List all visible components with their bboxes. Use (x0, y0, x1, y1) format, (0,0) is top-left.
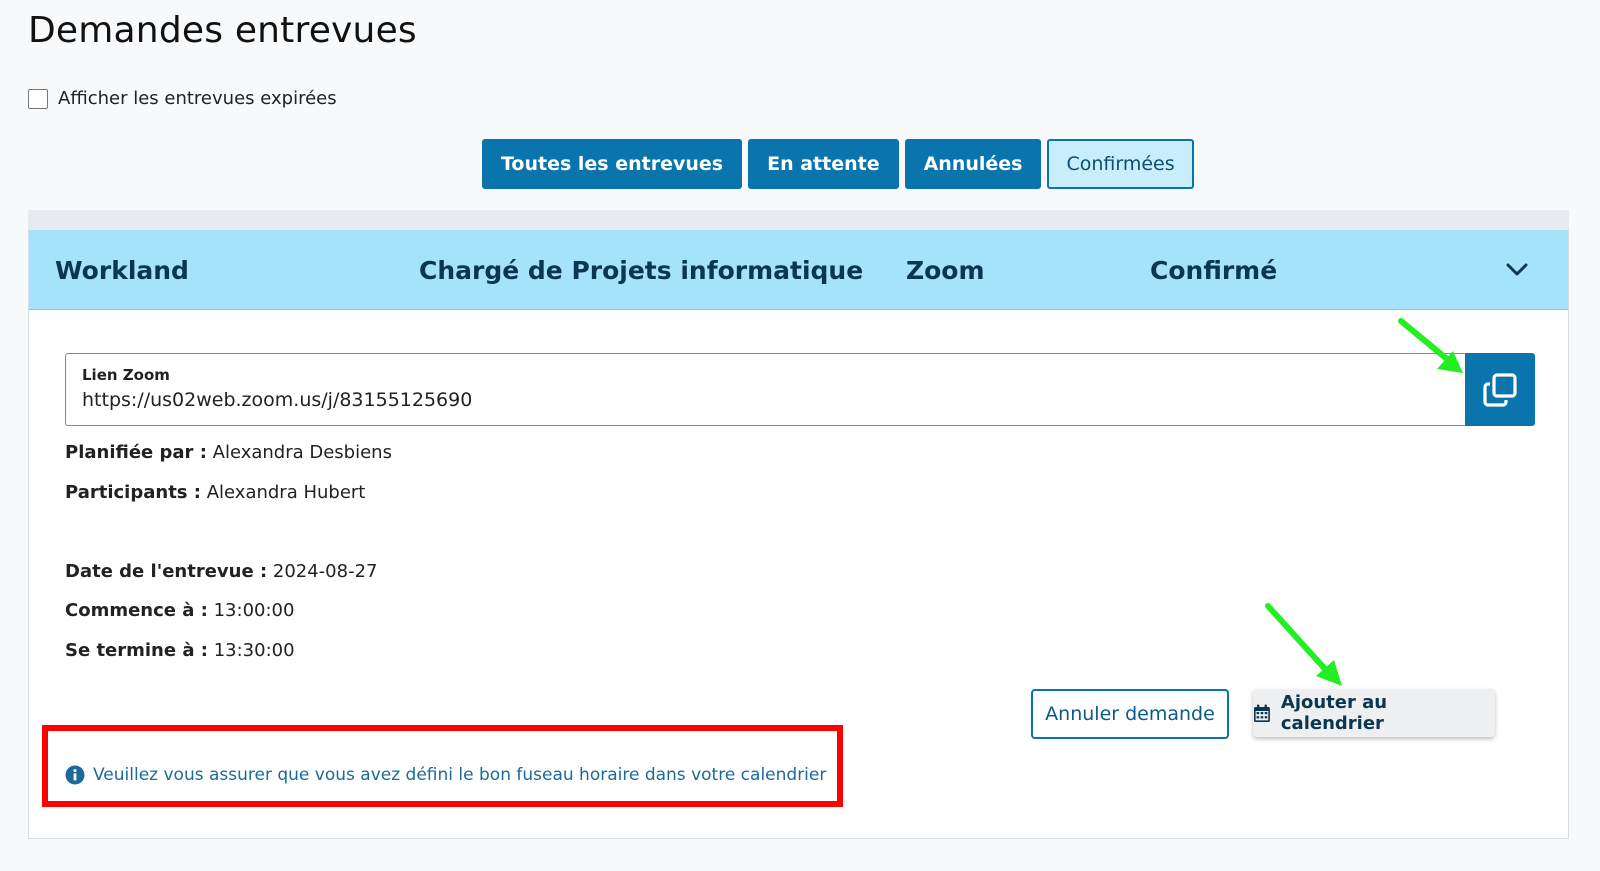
info-icon (65, 765, 85, 785)
add-to-calendar-button[interactable]: Ajouter au calendrier (1253, 689, 1495, 737)
company-name: Workland (55, 256, 189, 285)
end-time-label: Se termine à : (65, 640, 208, 661)
end-time-value: 13:30:00 (213, 640, 295, 661)
interview-card: Workland Chargé de Projets informatique … (28, 230, 1569, 839)
list-top-strip (28, 210, 1569, 230)
planned-by-value: Alexandra Desbiens (212, 442, 392, 463)
page: Demandes entrevues Afficher les entrevue… (0, 0, 1600, 871)
start-time-row: Commence à : 13:00:00 (65, 600, 294, 621)
show-expired-option[interactable]: Afficher les entrevues expirées (28, 88, 337, 109)
platform-name: Zoom (906, 256, 985, 285)
page-title: Demandes entrevues (28, 10, 417, 51)
zoom-link-label: Lien Zoom (82, 366, 170, 384)
start-time-label: Commence à : (65, 600, 208, 621)
interview-card-header[interactable]: Workland Chargé de Projets informatique … (29, 230, 1568, 310)
participants-value: Alexandra Hubert (206, 482, 366, 503)
participants-row: Participants : Alexandra Hubert (65, 482, 365, 503)
filter-confirmed-button[interactable]: Confirmées (1047, 139, 1194, 189)
status-filter-bar: Toutes les entrevues En attente Annulées… (482, 139, 1194, 189)
status-label: Confirmé (1150, 256, 1278, 285)
cancel-request-button[interactable]: Annuler demande (1031, 689, 1229, 739)
interview-date-row: Date de l'entrevue : 2024-08-27 (65, 561, 377, 582)
calendar-icon (1253, 704, 1270, 722)
position-title: Chargé de Projets informatique (419, 256, 864, 285)
timezone-notice-text: Veuillez vous assurer que vous avez défi… (93, 765, 827, 785)
show-expired-label[interactable]: Afficher les entrevues expirées (58, 88, 337, 109)
add-to-calendar-label: Ajouter au calendrier (1280, 692, 1388, 734)
zoom-link-field[interactable]: Lien Zoom https://us02web.zoom.us/j/8315… (65, 353, 1465, 426)
interview-date-label: Date de l'entrevue : (65, 561, 268, 582)
copy-link-button[interactable] (1465, 353, 1535, 426)
copy-icon (1483, 372, 1517, 407)
end-time-row: Se termine à : 13:30:00 (65, 640, 295, 661)
filter-pending-button[interactable]: En attente (748, 139, 899, 189)
chevron-down-icon[interactable] (1504, 256, 1530, 282)
timezone-notice: Veuillez vous assurer que vous avez défi… (65, 765, 826, 785)
start-time-value: 13:00:00 (213, 600, 295, 621)
planned-by-label: Planifiée par : (65, 442, 207, 463)
filter-cancelled-button[interactable]: Annulées (904, 139, 1042, 189)
filter-all-button[interactable]: Toutes les entrevues (482, 139, 743, 189)
interview-date-value: 2024-08-27 (272, 561, 378, 582)
planned-by-row: Planifiée par : Alexandra Desbiens (65, 442, 392, 463)
zoom-link-value[interactable]: https://us02web.zoom.us/j/83155125690 (82, 389, 472, 411)
participants-label: Participants : (65, 482, 201, 503)
show-expired-checkbox[interactable] (28, 88, 48, 109)
